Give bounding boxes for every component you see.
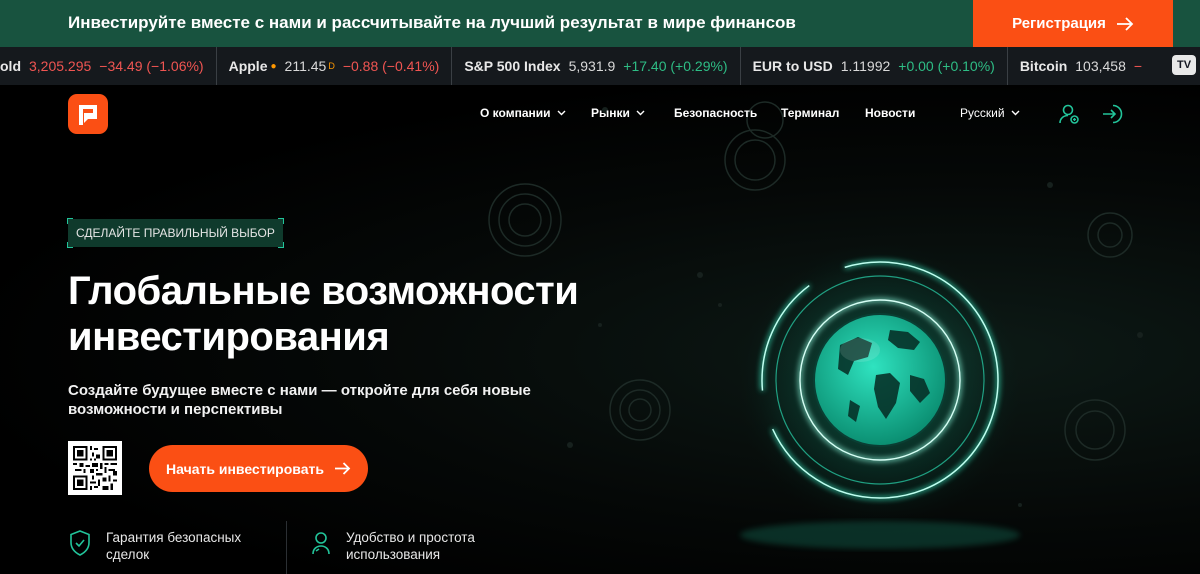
nav-company[interactable]: О компании	[480, 106, 566, 120]
ticker-marker: D	[328, 61, 335, 71]
ticker-item[interactable]: EUR to USD 1.11992 +0.00 (+0.10%)	[741, 47, 1008, 85]
ticker-symbol: S&P 500 Index	[464, 58, 561, 74]
headline-line: инвестирования	[68, 315, 390, 359]
nav-security[interactable]: Безопасность	[674, 106, 757, 120]
promo-bar: Инвестируйте вместе с нами и рассчитывай…	[0, 0, 1200, 47]
user-register-icon[interactable]	[1058, 103, 1080, 125]
ticker-item[interactable]: old 3,205.295 −34.49 (−1.06%)	[0, 47, 217, 85]
ticker-track: old 3,205.295 −34.49 (−1.06%) Apple ● 21…	[0, 47, 1154, 85]
feature-text: Удобство и простота	[346, 530, 475, 545]
tradingview-logo-icon[interactable]: TV	[1172, 55, 1196, 75]
subtitle-line: возможности и перспективы	[68, 401, 283, 418]
shield-check-icon	[70, 530, 90, 556]
user-support-icon	[312, 532, 330, 555]
ticker-item[interactable]: S&P 500 Index 5,931.9 +17.40 (+0.29%)	[452, 47, 741, 85]
ticker-change: −0.88 (−0.41%)	[342, 58, 440, 74]
ticker-change: +0.00 (+0.10%)	[898, 58, 995, 74]
nav-markets-label: Рынки	[591, 106, 630, 120]
feature-text: сделок	[106, 547, 150, 562]
nav-company-label: О компании	[480, 106, 551, 120]
ticker-item[interactable]: Bitcoin 103,458 −	[1008, 47, 1154, 85]
headline-line: Глобальные возможности	[68, 269, 579, 313]
start-investing-label: Начать инвестировать	[166, 460, 324, 477]
feature-text: Гарантия безопасных	[106, 530, 242, 545]
ticker-symbol: Apple	[228, 58, 268, 74]
ticker-price: 103,458	[1075, 58, 1126, 74]
nav-terminal-label: Терминал	[781, 106, 840, 120]
start-investing-button[interactable]: Начать инвестировать	[149, 445, 368, 492]
nav-terminal[interactable]: Терминал	[781, 106, 839, 120]
ticker-bar[interactable]: old 3,205.295 −34.49 (−1.06%) Apple ● 21…	[0, 47, 1200, 85]
ticker-symbol: old	[0, 58, 21, 74]
brand-logo[interactable]	[68, 94, 108, 134]
arrow-right-icon	[334, 462, 351, 475]
ticker-price: 5,931.9	[568, 58, 616, 74]
login-icon[interactable]	[1101, 103, 1123, 125]
feature-safe-deals: Гарантия безопасных сделок	[68, 529, 241, 563]
ticker-item[interactable]: Apple ● 211.45 D −0.88 (−0.41%)	[217, 47, 453, 85]
nav-security-label: Безопасность	[674, 106, 758, 120]
eyebrow-badge: СДЕЛАЙТЕ ПРАВИЛЬНЫЙ ВЫБОР	[67, 218, 284, 248]
register-button[interactable]: Регистрация	[973, 0, 1173, 47]
ticker-symbol: Bitcoin	[1019, 58, 1068, 74]
language-label: Русский	[960, 106, 1005, 120]
brand-logo-icon	[79, 105, 97, 125]
promo-text: Инвестируйте вместе с нами и рассчитывай…	[68, 13, 796, 32]
chevron-down-icon	[557, 110, 565, 116]
arrow-right-icon	[1116, 16, 1134, 31]
language-selector[interactable]: Русский	[960, 106, 1020, 120]
eyebrow-text: СДЕЛАЙТЕ ПРАВИЛЬНЫЙ ВЫБОР	[76, 226, 275, 240]
nav-news[interactable]: Новости	[865, 106, 915, 120]
ticker-price: 3,205.295	[29, 58, 92, 74]
ticker-change: −	[1133, 58, 1143, 74]
chevron-down-icon	[636, 110, 645, 116]
qr-code[interactable]	[68, 441, 122, 495]
ticker-symbol: EUR to USD	[752, 58, 833, 74]
subtitle-line: Создайте будущее вместе с нами — откройт…	[68, 382, 531, 399]
globe-illustration	[730, 235, 1030, 549]
nav-news-label: Новости	[865, 106, 916, 120]
feature-text: использования	[346, 547, 441, 562]
feature-ease-of-use: Удобство и простота использования	[310, 529, 475, 563]
nav-markets[interactable]: Рынки	[591, 106, 645, 120]
market-dot-icon: ●	[270, 60, 277, 72]
feature-divider	[286, 521, 287, 574]
ticker-price: 1.11992	[840, 58, 891, 74]
ticker-change: +17.40 (+0.29%)	[623, 58, 728, 74]
hero-headline: Глобальные возможности инвестирования	[68, 268, 628, 360]
ticker-change: −34.49 (−1.06%)	[99, 58, 204, 74]
ticker-price: 211.45	[284, 58, 327, 74]
register-button-label: Регистрация	[1012, 15, 1106, 32]
chevron-down-icon	[1011, 110, 1020, 116]
qr-code-image	[73, 446, 117, 490]
hero-subtitle: Создайте будущее вместе с нами — откройт…	[68, 381, 568, 419]
